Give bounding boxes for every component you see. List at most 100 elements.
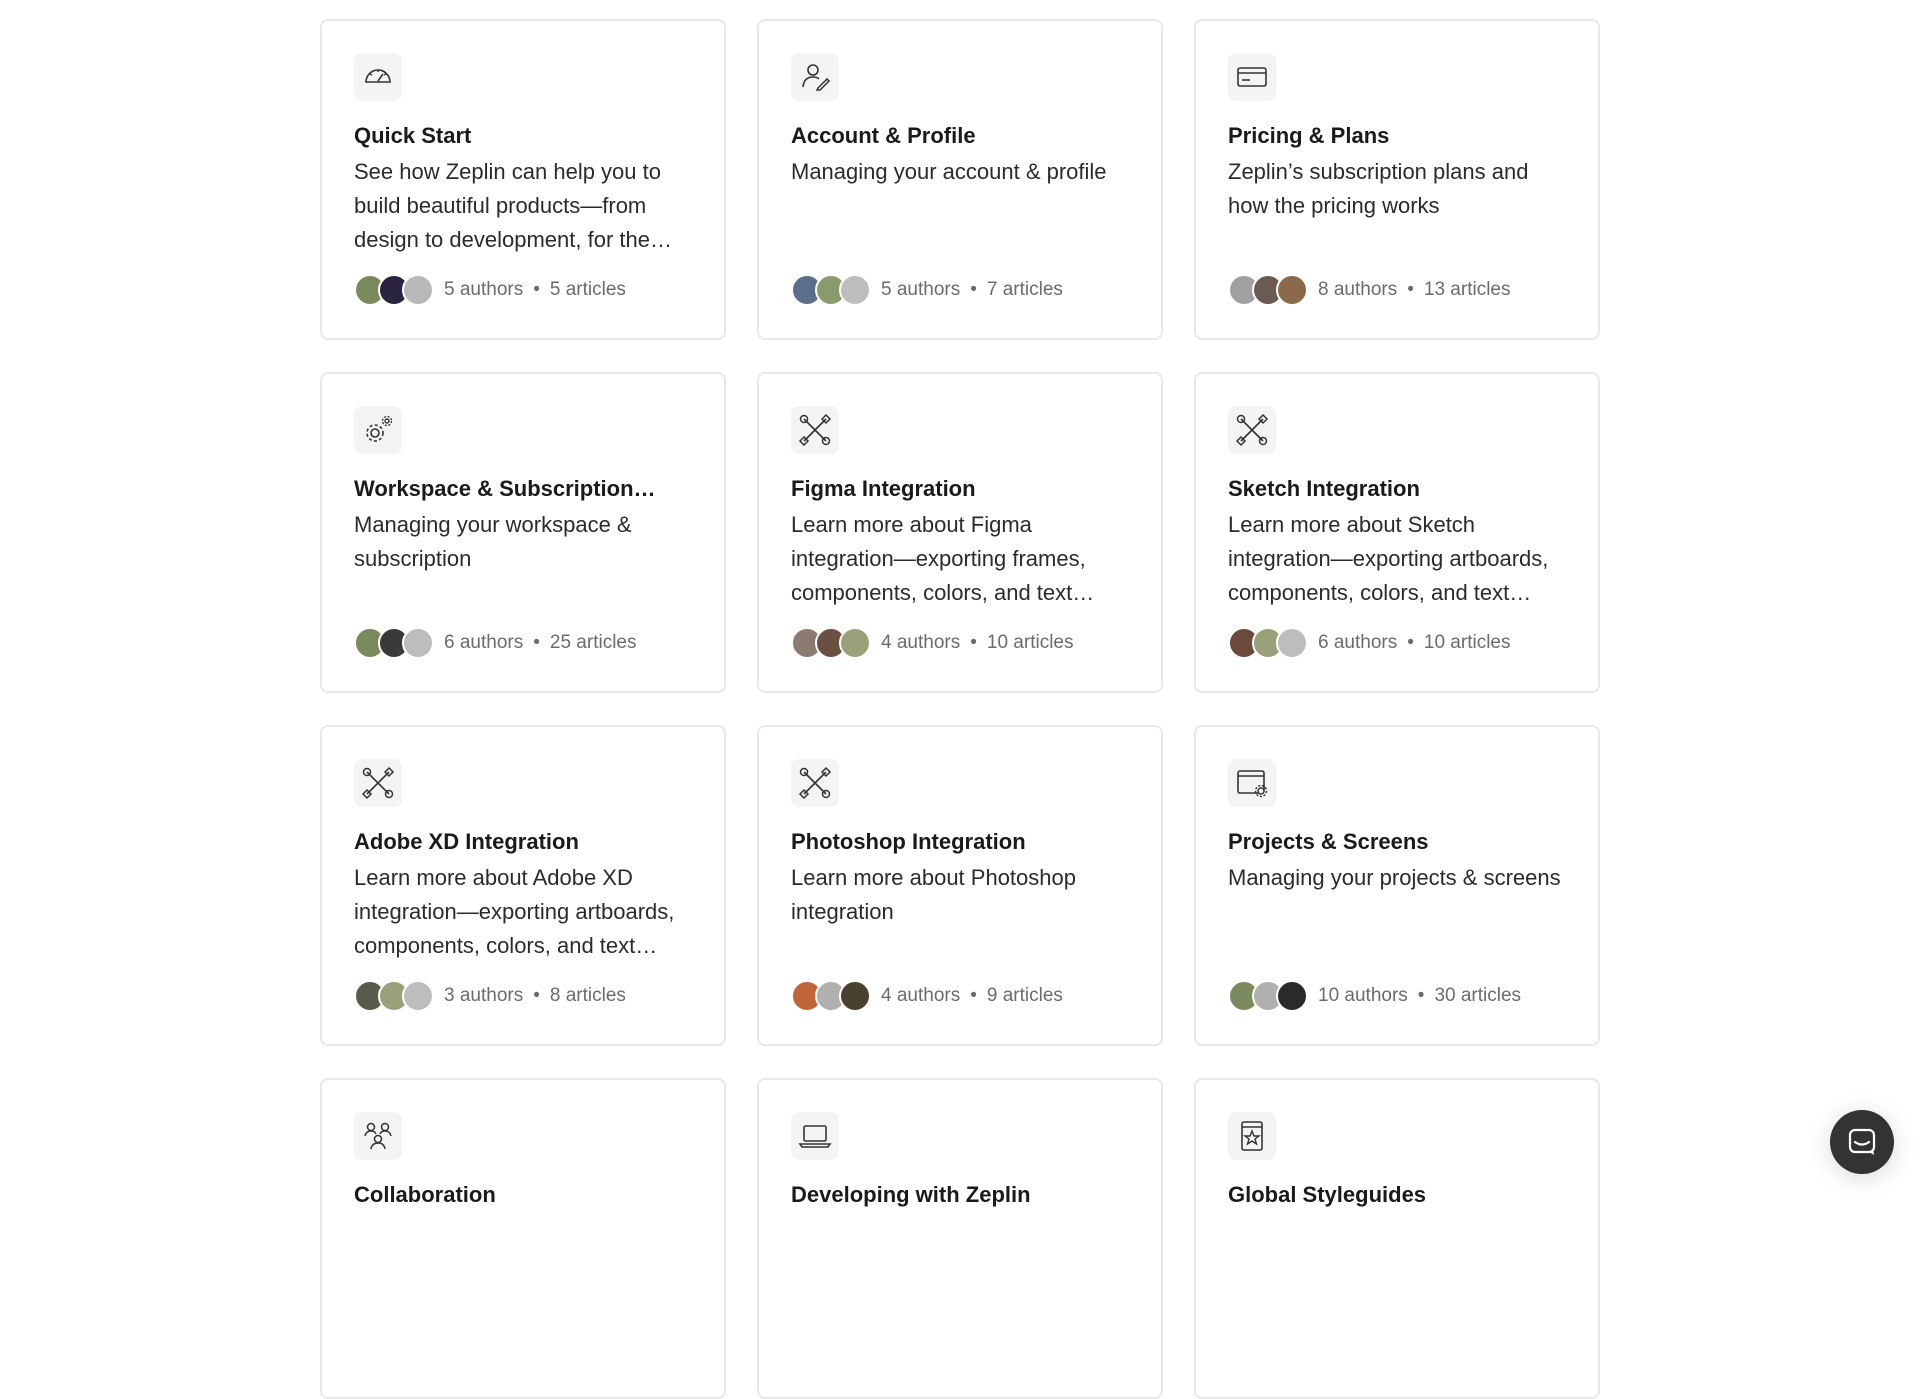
author-avatars bbox=[1228, 627, 1308, 659]
separator-dot: • bbox=[533, 279, 540, 300]
chat-launcher-button[interactable] bbox=[1830, 1110, 1894, 1174]
collection-title: Developing with Zeplin bbox=[791, 1182, 1031, 1207]
collection-card[interactable]: Pricing & Plans Zeplin’s subscription pla… bbox=[1194, 19, 1600, 340]
collection-icon-box bbox=[354, 53, 402, 101]
collection-card[interactable]: Global Styleguides bbox=[1194, 1078, 1600, 1399]
collection-card[interactable]: Developing with Zeplin bbox=[757, 1078, 1163, 1399]
collection-title: Figma Integration bbox=[791, 476, 976, 501]
separator-dot: • bbox=[1407, 279, 1414, 300]
book-star-icon bbox=[1241, 1121, 1263, 1151]
collection-icon-box bbox=[354, 1112, 402, 1160]
collection-title: Account & Profile bbox=[791, 123, 976, 148]
collection-description: Managing your workspace & subscription bbox=[354, 512, 632, 571]
articles-count: 10 articles bbox=[1423, 632, 1511, 653]
browser-settings-icon bbox=[1237, 770, 1268, 798]
collection-icon-box bbox=[354, 406, 402, 454]
separator-dot: • bbox=[533, 632, 540, 653]
avatar bbox=[839, 980, 871, 1012]
collection-icon-box bbox=[1228, 53, 1276, 101]
laptop-icon bbox=[798, 1125, 832, 1148]
settings-gears-icon bbox=[366, 415, 393, 442]
tools-icon bbox=[798, 766, 832, 800]
collection-meta: 4 authors • 10 articles bbox=[791, 627, 1074, 659]
credit-card-icon bbox=[1237, 67, 1267, 87]
tools-icon bbox=[798, 413, 832, 447]
collection-title: Adobe XD Integration bbox=[354, 829, 579, 854]
collection-description: Zeplin’s subscription plans and how the … bbox=[1228, 159, 1529, 218]
collection-title: Quick Start bbox=[354, 123, 472, 148]
collection-card[interactable]: Projects & Screens Managing your projects… bbox=[1194, 725, 1600, 1046]
authors-count: 4 authors bbox=[881, 632, 961, 653]
avatar bbox=[1276, 274, 1308, 306]
collection-description: Learn more about Adobe XD integration—ex… bbox=[354, 865, 675, 958]
collection-card[interactable]: Sketch Integration Learn more about Sketc… bbox=[1194, 372, 1600, 693]
collection-description: Learn more about Photoshop integration bbox=[791, 865, 1076, 924]
author-avatars bbox=[354, 627, 434, 659]
speedometer-icon bbox=[365, 69, 391, 83]
author-avatars bbox=[791, 980, 871, 1012]
author-avatars bbox=[354, 274, 434, 306]
separator-dot: • bbox=[1407, 632, 1414, 653]
avatar bbox=[1276, 627, 1308, 659]
tools-icon bbox=[1235, 413, 1269, 447]
separator-dot: • bbox=[1417, 985, 1425, 1006]
tools-icon bbox=[361, 766, 395, 800]
collection-meta: 8 authors • 13 articles bbox=[1228, 274, 1511, 306]
collection-icon-box bbox=[1228, 759, 1276, 807]
articles-count: 7 articles bbox=[986, 279, 1063, 300]
collection-title: Global Styleguides bbox=[1228, 1182, 1427, 1207]
collection-meta: 6 authors • 10 articles bbox=[1228, 627, 1511, 659]
avatar bbox=[839, 274, 871, 306]
collection-card[interactable]: Adobe XD Integration Learn more about Ado… bbox=[320, 725, 726, 1046]
author-avatars bbox=[1228, 980, 1308, 1012]
separator-dot: • bbox=[970, 985, 977, 1006]
author-avatars bbox=[1228, 274, 1308, 306]
collection-description: See how Zeplin can help you to build bea… bbox=[354, 159, 672, 252]
authors-count: 10 authors bbox=[1318, 985, 1408, 1006]
collection-icon-box bbox=[791, 406, 839, 454]
collection-meta: 5 authors • 5 articles bbox=[354, 274, 626, 306]
avatar bbox=[839, 627, 871, 659]
collection-title: Collaboration bbox=[354, 1182, 496, 1207]
authors-count: 6 authors bbox=[444, 632, 524, 653]
collection-card[interactable]: Photoshop Integration Learn more about Ph… bbox=[757, 725, 1163, 1046]
collection-card[interactable]: Figma Integration Learn more about Figma … bbox=[757, 372, 1163, 693]
avatar bbox=[1276, 980, 1308, 1012]
collection-title: Workspace & Subscription… bbox=[354, 476, 656, 501]
articles-count: 9 articles bbox=[986, 985, 1063, 1006]
collection-title: Photoshop Integration bbox=[791, 829, 1026, 854]
collection-meta: 5 authors • 7 articles bbox=[791, 274, 1063, 306]
team-icon bbox=[364, 1122, 392, 1150]
collection-card[interactable]: Account & Profile Managing your account &… bbox=[757, 19, 1163, 340]
authors-count: 6 authors bbox=[1318, 632, 1398, 653]
collection-icon-box bbox=[1228, 406, 1276, 454]
author-avatars bbox=[354, 980, 434, 1012]
collection-description: Managing your account & profile bbox=[791, 159, 1107, 184]
articles-count: 30 articles bbox=[1434, 985, 1522, 1006]
avatar bbox=[402, 274, 434, 306]
chat-bubble-icon bbox=[1848, 1128, 1876, 1155]
collection-icon-box bbox=[791, 759, 839, 807]
articles-count: 10 articles bbox=[986, 632, 1074, 653]
articles-count: 5 articles bbox=[549, 279, 626, 300]
articles-count: 25 articles bbox=[549, 632, 637, 653]
collections-grid: Quick Start See how Zeplin can help you t… bbox=[320, 19, 1601, 1399]
collection-card[interactable]: Quick Start See how Zeplin can help you t… bbox=[320, 19, 726, 340]
collection-meta: 10 authors • 30 articles bbox=[1228, 980, 1521, 1012]
collection-icon-box bbox=[791, 53, 839, 101]
collection-card[interactable]: Workspace & Subscription… Managing your w… bbox=[320, 372, 726, 693]
separator-dot: • bbox=[970, 632, 977, 653]
collection-title: Projects & Screens bbox=[1228, 829, 1429, 854]
collection-title: Sketch Integration bbox=[1228, 476, 1420, 501]
articles-count: 13 articles bbox=[1423, 279, 1511, 300]
user-edit-icon bbox=[802, 64, 831, 91]
collection-card[interactable]: Collaboration bbox=[320, 1078, 726, 1399]
authors-count: 8 authors bbox=[1318, 279, 1398, 300]
articles-count: 8 articles bbox=[549, 985, 626, 1006]
author-avatars bbox=[791, 274, 871, 306]
collection-meta: 3 authors • 8 articles bbox=[354, 980, 626, 1012]
collection-meta: 4 authors • 9 articles bbox=[791, 980, 1063, 1012]
authors-count: 4 authors bbox=[881, 985, 961, 1006]
authors-count: 5 authors bbox=[444, 279, 524, 300]
collection-title: Pricing & Plans bbox=[1228, 123, 1390, 148]
